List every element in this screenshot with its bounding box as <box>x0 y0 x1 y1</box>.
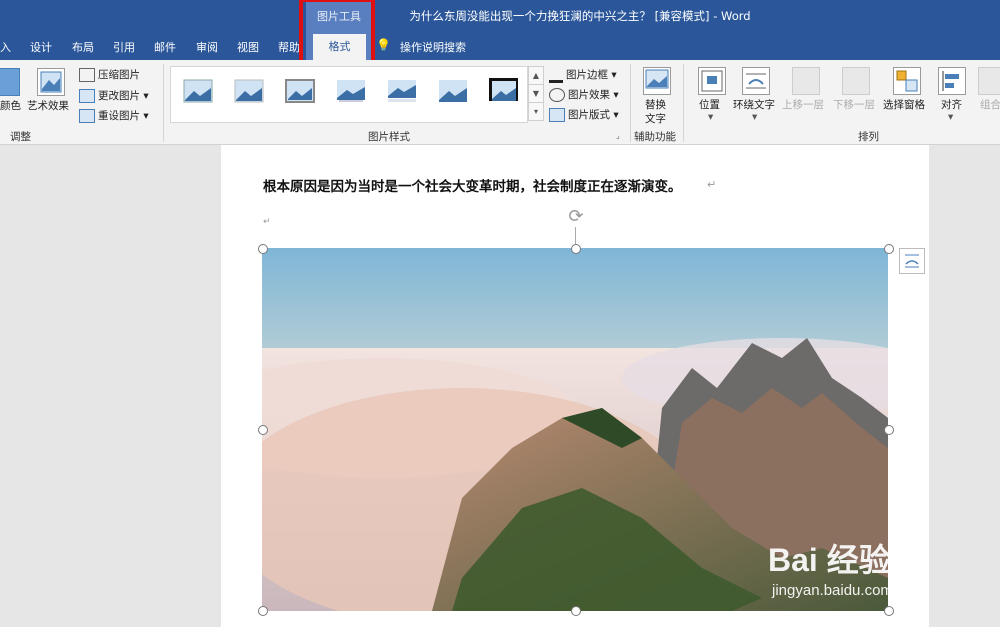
alt-text-button[interactable]: 替换 <box>645 97 666 112</box>
resize-handle-bottom[interactable] <box>571 606 581 616</box>
group-objects-button: 组合 <box>980 99 1000 111</box>
artistic-effects-button[interactable]: 艺术效果 <box>27 98 69 113</box>
tell-me-search[interactable]: 操作说明搜索 <box>400 39 466 55</box>
document-paragraph[interactable]: 根本原因是因为当时是一个社会大变革时期，社会制度正在逐渐演变。 <box>263 175 682 195</box>
send-backward-button: 下移一层 <box>833 99 875 111</box>
picture-style-thumb-4[interactable] <box>336 79 366 103</box>
change-picture-icon <box>79 89 95 103</box>
dialog-launcher-icon[interactable]: ⌟ <box>616 131 620 140</box>
wrap-text-icon[interactable] <box>742 67 770 95</box>
layout-options-icon <box>905 254 919 268</box>
picture-styles-gallery[interactable] <box>170 66 528 123</box>
baidu-watermark-url: jingyan.baidu.com <box>772 582 893 599</box>
resize-handle-bottom-right[interactable] <box>884 606 894 616</box>
picture-layout-button[interactable]: 图片版式 ▾ <box>549 107 619 122</box>
highlight-box <box>299 0 375 66</box>
picture-border-label: 图片边框 <box>566 69 608 81</box>
selection-pane-button[interactable]: 选择窗格 <box>883 97 925 112</box>
bring-forward-icon <box>792 67 820 95</box>
group-label-accessibility: 辅助功能 <box>634 131 676 143</box>
group-label-adjust: 调整 <box>10 131 31 143</box>
tab-help[interactable]: 帮助 <box>278 39 300 55</box>
tab-references[interactable]: 引用 <box>113 39 135 55</box>
compress-icon <box>79 68 95 82</box>
gallery-scroll-up[interactable]: ▲ <box>528 66 544 85</box>
document-title: 为什么东周没能出现一个力挽狂澜的中兴之主？ [兼容模式] - Word <box>409 9 751 23</box>
picture-style-thumb-3[interactable] <box>285 79 315 103</box>
tab-design[interactable]: 设计 <box>30 39 52 55</box>
resize-handle-right[interactable] <box>884 425 894 435</box>
send-backward-icon <box>842 67 870 95</box>
rotate-handle-icon[interactable]: ⟳ <box>566 207 586 227</box>
picture-border-button[interactable]: 图片边框 ▾ <box>549 67 617 83</box>
gallery-more-button[interactable]: ▾ <box>528 102 544 121</box>
reset-picture-button[interactable]: 重设图片 ▾ <box>79 108 149 123</box>
align-button[interactable]: 对齐 <box>941 97 962 112</box>
tab-layout[interactable]: 布局 <box>72 39 94 55</box>
layout-options-button[interactable] <box>899 248 925 274</box>
lightbulb-icon[interactable]: 💡 <box>376 38 391 52</box>
resize-handle-top-right[interactable] <box>884 244 894 254</box>
bring-forward-button: 上移一层 <box>782 99 824 111</box>
chevron-down-icon: ▾ <box>140 90 149 102</box>
resize-handle-top-left[interactable] <box>258 244 268 254</box>
change-picture-label: 更改图片 <box>98 90 140 102</box>
tab-mailings[interactable]: 邮件 <box>154 39 176 55</box>
chevron-down-icon[interactable]: ▾ <box>752 111 757 123</box>
pen-icon <box>549 68 563 83</box>
position-button[interactable]: 位置 <box>699 97 720 112</box>
chevron-down-icon: ▾ <box>608 69 617 81</box>
chevron-down-icon: ▾ <box>610 109 619 121</box>
tab-view[interactable]: 视图 <box>237 39 259 55</box>
compress-pictures-button[interactable]: 压缩图片 <box>79 67 140 82</box>
picture-effects-button[interactable]: 图片效果 ▾ <box>549 87 619 102</box>
resize-handle-bottom-left[interactable] <box>258 606 268 616</box>
chevron-down-icon[interactable]: ▾ <box>948 111 953 123</box>
picture-style-thumb-1[interactable] <box>183 79 213 103</box>
reset-picture-label: 重设图片 <box>98 110 140 122</box>
layout-icon <box>549 108 565 122</box>
color-icon[interactable] <box>0 68 20 96</box>
group-separator <box>630 64 631 142</box>
alt-text-icon[interactable] <box>643 67 671 95</box>
picture-style-thumb-5[interactable] <box>387 79 417 103</box>
color-button[interactable]: 颜色 <box>0 98 21 113</box>
group-objects-icon <box>978 67 1000 95</box>
change-picture-button[interactable]: 更改图片 ▾ <box>79 88 149 103</box>
tab-review[interactable]: 审阅 <box>196 39 218 55</box>
group-label-arrange: 排列 <box>858 131 879 143</box>
picture-effects-label: 图片效果 <box>568 89 610 101</box>
position-icon[interactable] <box>698 67 726 95</box>
resize-handle-top[interactable] <box>571 244 581 254</box>
chevron-down-icon: ▾ <box>610 89 619 101</box>
chevron-down-icon: ▾ <box>140 110 149 122</box>
wrap-text-button[interactable]: 环绕文字 <box>733 97 775 112</box>
picture-style-thumb-7[interactable] <box>488 77 518 101</box>
picture-style-thumb-2[interactable] <box>234 79 264 103</box>
group-label-picture-styles: 图片样式 <box>368 131 410 143</box>
artistic-effects-icon[interactable] <box>37 68 65 96</box>
selection-pane-icon[interactable] <box>893 67 921 95</box>
resize-handle-left[interactable] <box>258 425 268 435</box>
paragraph-mark: ↵ <box>707 178 717 191</box>
align-icon[interactable] <box>938 67 966 95</box>
chevron-down-icon[interactable]: ▾ <box>708 111 713 123</box>
picture-style-thumb-6[interactable] <box>438 79 468 103</box>
group-separator <box>163 64 164 142</box>
picture-layout-label: 图片版式 <box>568 109 610 121</box>
alt-text-button-line2[interactable]: 文字 <box>645 111 666 126</box>
empty-paragraph-mark: ↵ <box>263 217 271 227</box>
baidu-watermark-logo: Bai 经验 <box>768 542 891 578</box>
effects-icon <box>549 88 565 102</box>
compress-label: 压缩图片 <box>98 69 140 81</box>
group-separator <box>683 64 684 142</box>
tab-insert[interactable]: 入 <box>0 39 11 55</box>
reset-picture-icon <box>79 109 95 123</box>
gallery-scroll-down[interactable]: ▼ <box>528 84 544 103</box>
